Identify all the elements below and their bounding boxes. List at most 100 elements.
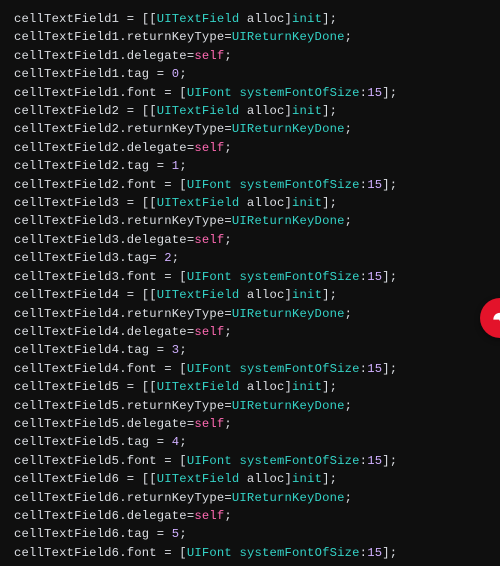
code-token: UIReturnKeyDone — [232, 399, 345, 413]
code-token: cellTextField2.returnKeyType= — [14, 122, 232, 136]
code-token: self — [194, 509, 224, 523]
code-line: cellTextField3 = [[UITextField alloc]ini… — [14, 196, 337, 210]
code-token: 15 — [367, 178, 382, 192]
code-token: cellTextField2.tag = — [14, 159, 172, 173]
code-token: init — [292, 12, 322, 26]
code-token: cellTextField6.delegate= — [14, 509, 194, 523]
code-token: cellTextField1.font = [ — [14, 86, 187, 100]
code-line: cellTextField4 = [[UITextField alloc]ini… — [14, 288, 337, 302]
code-token: ]; — [382, 86, 397, 100]
code-token: alloc] — [239, 196, 292, 210]
code-token: UITextField — [157, 12, 240, 26]
code-token: systemFontOfSize — [239, 86, 359, 100]
code-line: cellTextField2.returnKeyType=UIReturnKey… — [14, 122, 352, 136]
code-token: ; — [224, 417, 232, 431]
code-token: cellTextField1.returnKeyType= — [14, 30, 232, 44]
code-token: cellTextField3.delegate= — [14, 233, 194, 247]
code-token: cellTextField5.font = [ — [14, 454, 187, 468]
code-line: cellTextField1.tag = 0; — [14, 67, 187, 81]
code-token: cellTextField2.font = [ — [14, 178, 187, 192]
code-token: ]; — [322, 196, 337, 210]
code-line: cellTextField4.returnKeyType=UIReturnKey… — [14, 307, 352, 321]
code-line: cellTextField2.delegate=self; — [14, 141, 232, 155]
code-token: init — [292, 104, 322, 118]
code-line: cellTextField1.font = [UIFont systemFont… — [14, 86, 397, 100]
code-line: cellTextField4.font = [UIFont systemFont… — [14, 362, 397, 376]
code-token: cellTextField1.delegate= — [14, 49, 194, 63]
code-token: ]; — [382, 270, 397, 284]
source-code-block[interactable]: cellTextField1 = [[UITextField alloc]ini… — [0, 0, 500, 566]
code-token: ]; — [382, 454, 397, 468]
code-token: UITextField — [157, 380, 240, 394]
code-token: cellTextField4.tag = — [14, 343, 172, 357]
code-token: UIReturnKeyDone — [232, 214, 345, 228]
code-token: cellTextField5 = [[ — [14, 380, 157, 394]
code-token: ; — [345, 307, 353, 321]
code-token: systemFontOfSize — [239, 270, 359, 284]
code-token: 15 — [367, 362, 382, 376]
code-token: ]; — [322, 288, 337, 302]
code-token: alloc] — [239, 288, 292, 302]
code-token: alloc] — [239, 12, 292, 26]
code-token: init — [292, 288, 322, 302]
code-token: 15 — [367, 546, 382, 560]
code-token: ]; — [322, 104, 337, 118]
code-token: cellTextField6 = [[ — [14, 472, 157, 486]
code-token: cellTextField4 = [[ — [14, 288, 157, 302]
code-token: ; — [179, 159, 187, 173]
code-token: cellTextField4.returnKeyType= — [14, 307, 232, 321]
code-token: UIFont — [187, 86, 232, 100]
code-token: self — [194, 325, 224, 339]
code-token: cellTextField3.returnKeyType= — [14, 214, 232, 228]
code-token: cellTextField1.tag = — [14, 67, 172, 81]
code-token: ]; — [382, 362, 397, 376]
code-token: cellTextField3.tag= — [14, 251, 164, 265]
code-token: cellTextField5.delegate= — [14, 417, 194, 431]
code-line: cellTextField5.tag = 4; — [14, 435, 187, 449]
code-token: cellTextField1 = [[ — [14, 12, 157, 26]
code-token: UITextField — [157, 196, 240, 210]
code-token: UIFont — [187, 546, 232, 560]
code-token: cellTextField5.tag = — [14, 435, 172, 449]
code-token: ; — [224, 233, 232, 247]
code-token: UIFont — [187, 362, 232, 376]
code-token: cellTextField6.returnKeyType= — [14, 491, 232, 505]
code-token: ]; — [322, 380, 337, 394]
code-token: self — [194, 417, 224, 431]
code-token: ; — [224, 509, 232, 523]
code-token: cellTextField3 = [[ — [14, 196, 157, 210]
code-token: ; — [172, 251, 180, 265]
code-token: init — [292, 196, 322, 210]
code-line: cellTextField1.returnKeyType=UIReturnKey… — [14, 30, 352, 44]
editor-viewport: cellTextField1 = [[UITextField alloc]ini… — [0, 0, 500, 566]
code-line: cellTextField5.delegate=self; — [14, 417, 232, 431]
code-token: 2 — [164, 251, 172, 265]
code-line: cellTextField6.returnKeyType=UIReturnKey… — [14, 491, 352, 505]
code-line: cellTextField4.tag = 3; — [14, 343, 187, 357]
code-token: 15 — [367, 86, 382, 100]
code-token: ; — [224, 325, 232, 339]
code-token: cellTextField4.delegate= — [14, 325, 194, 339]
code-token: cellTextField6.tag = — [14, 527, 172, 541]
code-line: cellTextField3.font = [UIFont systemFont… — [14, 270, 397, 284]
code-token: cellTextField4.font = [ — [14, 362, 187, 376]
code-line: cellTextField2.tag = 1; — [14, 159, 187, 173]
code-token: ; — [345, 30, 353, 44]
code-token: ]; — [382, 546, 397, 560]
code-token: self — [194, 49, 224, 63]
code-token: UIFont — [187, 270, 232, 284]
code-token: cellTextField3.font = [ — [14, 270, 187, 284]
code-line: cellTextField6.delegate=self; — [14, 509, 232, 523]
code-line: cellTextField6 = [[UITextField alloc]ini… — [14, 472, 337, 486]
code-token: alloc] — [239, 104, 292, 118]
code-token: cellTextField5.returnKeyType= — [14, 399, 232, 413]
code-token: cellTextField2 = [[ — [14, 104, 157, 118]
code-token: ]; — [382, 178, 397, 192]
code-token: init — [292, 472, 322, 486]
code-token: UIReturnKeyDone — [232, 307, 345, 321]
code-token: ; — [179, 527, 187, 541]
code-line: cellTextField1 = [[UITextField alloc]ini… — [14, 12, 337, 26]
code-line: cellTextField5.returnKeyType=UIReturnKey… — [14, 399, 352, 413]
code-token: UITextField — [157, 104, 240, 118]
code-token: ; — [345, 491, 353, 505]
